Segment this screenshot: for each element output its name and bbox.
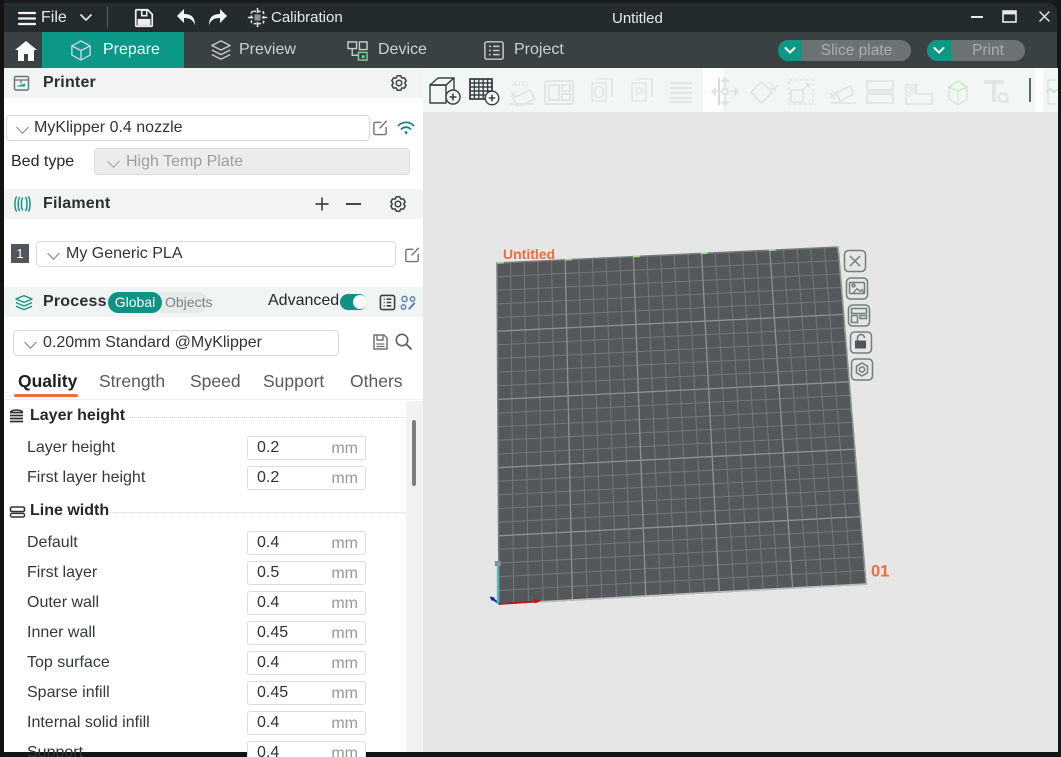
svg-text:01: 01: [871, 563, 889, 581]
svg-text:Untitled: Untitled: [503, 246, 555, 262]
